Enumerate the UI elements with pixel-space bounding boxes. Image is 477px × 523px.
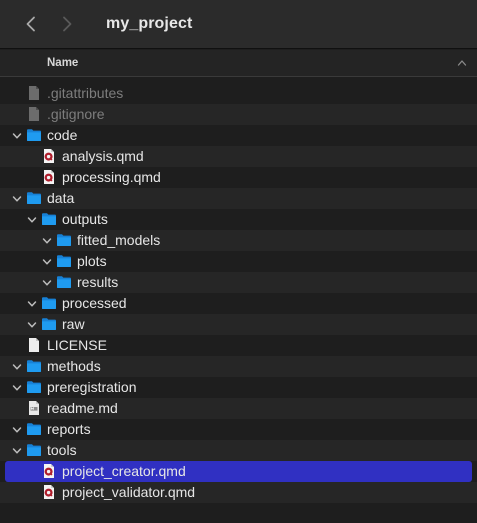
- folder-icon: [26, 379, 42, 395]
- folder-row-results[interactable]: results: [0, 272, 477, 293]
- folder-row-processed[interactable]: processed: [0, 293, 477, 314]
- item-name: .gitignore: [47, 106, 105, 122]
- chevron-down-icon[interactable]: [12, 383, 22, 393]
- chevron-left-icon: [26, 16, 35, 32]
- folder-icon: [56, 232, 72, 248]
- chevron-down-icon[interactable]: [42, 257, 52, 267]
- item-name: fitted_models: [77, 232, 161, 248]
- generic-file-icon: [26, 85, 42, 101]
- item-name: analysis.qmd: [62, 148, 144, 164]
- file-row-processing-qmd[interactable]: processing.qmd: [0, 167, 477, 188]
- item-name: outputs: [62, 211, 108, 227]
- file-row--gitattributes[interactable]: .gitattributes: [0, 83, 477, 104]
- item-name: plots: [77, 253, 107, 269]
- folder-row-outputs[interactable]: outputs: [0, 209, 477, 230]
- chevron-down-icon[interactable]: [27, 320, 37, 330]
- text-file-icon: [26, 337, 42, 353]
- folder-icon: [56, 253, 72, 269]
- chevron-down-icon[interactable]: [12, 131, 22, 141]
- item-name: code: [47, 127, 78, 143]
- folder-icon: [26, 190, 42, 206]
- item-name: methods: [47, 358, 101, 374]
- folder-icon: [41, 295, 57, 311]
- folder-row-raw[interactable]: raw: [0, 314, 477, 335]
- markdown-file-icon: [26, 400, 42, 416]
- folder-row-plots[interactable]: plots: [0, 251, 477, 272]
- item-name: project_creator.qmd: [62, 463, 186, 479]
- chevron-down-icon[interactable]: [12, 362, 22, 372]
- chevron-down-icon[interactable]: [42, 236, 52, 246]
- toolbar: my_project: [0, 0, 477, 49]
- chevron-down-icon[interactable]: [12, 446, 22, 456]
- chevron-right-icon: [63, 16, 72, 32]
- folder-row-code[interactable]: code: [0, 125, 477, 146]
- folder-icon: [26, 358, 42, 374]
- folder-row-reports[interactable]: reports: [0, 419, 477, 440]
- folder-row-tools[interactable]: tools: [0, 440, 477, 461]
- folder-row-fitted-models[interactable]: fitted_models: [0, 230, 477, 251]
- window-title: my_project: [106, 15, 193, 32]
- chevron-down-icon[interactable]: [27, 215, 37, 225]
- chevron-down-icon[interactable]: [12, 194, 22, 204]
- item-name: processing.qmd: [62, 169, 161, 185]
- column-header-label: Name: [47, 57, 79, 69]
- folder-row-data[interactable]: data: [0, 188, 477, 209]
- chevron-down-icon[interactable]: [12, 425, 22, 435]
- file-row-project-creator-qmd[interactable]: project_creator.qmd: [5, 461, 472, 482]
- folder-icon: [56, 274, 72, 290]
- file-row-analysis-qmd[interactable]: analysis.qmd: [0, 146, 477, 167]
- folder-icon: [41, 316, 57, 332]
- folder-icon: [41, 211, 57, 227]
- quarto-file-icon: [41, 484, 57, 500]
- item-name: tools: [47, 442, 77, 458]
- forward-button[interactable]: [56, 13, 78, 35]
- item-name: preregistration: [47, 379, 137, 395]
- file-row--gitignore[interactable]: .gitignore: [0, 104, 477, 125]
- name-column-header[interactable]: Name: [0, 50, 477, 77]
- quarto-file-icon: [41, 463, 57, 479]
- file-row-license[interactable]: LICENSE: [0, 335, 477, 356]
- folder-icon: [26, 127, 42, 143]
- item-name: LICENSE: [47, 337, 107, 353]
- item-name: reports: [47, 421, 91, 437]
- file-row-readme-md[interactable]: readme.md: [0, 398, 477, 419]
- folder-icon: [26, 442, 42, 458]
- folder-row-methods[interactable]: methods: [0, 356, 477, 377]
- item-name: readme.md: [47, 400, 118, 416]
- item-name: .gitattributes: [47, 85, 124, 101]
- quarto-file-icon: [41, 148, 57, 164]
- chevron-down-icon[interactable]: [42, 278, 52, 288]
- item-name: raw: [62, 316, 85, 332]
- item-name: processed: [62, 295, 127, 311]
- back-button[interactable]: [20, 13, 42, 35]
- item-name: project_validator.qmd: [62, 484, 196, 500]
- chevron-down-icon[interactable]: [27, 299, 37, 309]
- folder-icon: [26, 421, 42, 437]
- sort-ascending-icon: [457, 60, 467, 66]
- file-list: .gitattributes .gitignore code analysis.qmd…: [0, 83, 477, 503]
- generic-file-icon: [26, 106, 42, 122]
- file-row-project-validator-qmd[interactable]: project_validator.qmd: [0, 482, 477, 503]
- quarto-file-icon: [41, 169, 57, 185]
- folder-row-preregistration[interactable]: preregistration: [0, 377, 477, 398]
- item-name: results: [77, 274, 119, 290]
- item-name: data: [47, 190, 75, 206]
- finder-window: my_project Name .gitattributes .gitignore…: [0, 0, 477, 523]
